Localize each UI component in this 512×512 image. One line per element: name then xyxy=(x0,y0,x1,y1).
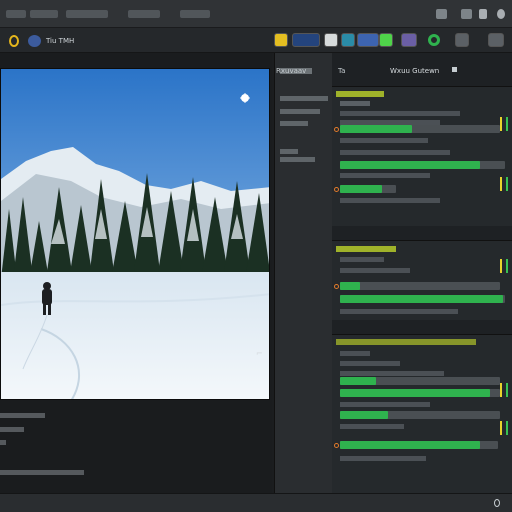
panel-3-row xyxy=(340,456,426,461)
panel-3-slider-fill xyxy=(340,377,376,385)
window-menu-blur[interactable] xyxy=(66,10,108,18)
settings-toggle-button[interactable] xyxy=(488,33,504,47)
caption-line xyxy=(0,440,6,445)
label-blur xyxy=(280,157,315,162)
labels-column xyxy=(274,53,332,493)
panel-3-row xyxy=(340,361,400,366)
panel-1-slider-fill-2 xyxy=(340,161,480,169)
panel-2-slider-fill xyxy=(340,282,360,290)
toolbar: Tiu TMH xyxy=(0,28,512,53)
window-menu-blur[interactable] xyxy=(180,10,210,18)
panel-1-slider-track-2[interactable] xyxy=(340,161,505,169)
panel-1-toggle-dot-2[interactable] xyxy=(334,187,339,192)
purple-tool-button[interactable] xyxy=(401,33,417,47)
panel-3-row xyxy=(340,402,430,407)
panel-header-left[interactable]: Rxuvaav xyxy=(276,67,306,75)
cyan-tool-button[interactable] xyxy=(341,33,355,47)
panel-3-row xyxy=(340,351,370,356)
panel-3-row xyxy=(340,424,404,429)
green-tool-button[interactable] xyxy=(379,33,393,47)
panel-1-row xyxy=(340,111,460,116)
panel-3-slider-track-4[interactable] xyxy=(340,441,498,449)
status-bar xyxy=(0,493,512,512)
panel-expand-icon[interactable] xyxy=(452,67,457,72)
label-blur xyxy=(280,149,298,154)
panel-1-row xyxy=(340,150,450,155)
panel-1-small-slider[interactable] xyxy=(340,185,396,193)
panel-1-row xyxy=(340,173,430,178)
panel-2-row xyxy=(340,268,410,273)
caption-line xyxy=(0,470,84,475)
panel-1-row xyxy=(340,101,370,106)
caption-line xyxy=(0,427,24,432)
panel-1-row xyxy=(340,138,428,143)
white-tool-button[interactable] xyxy=(324,33,338,47)
panel-2 xyxy=(332,240,512,320)
window-menu-blur[interactable] xyxy=(6,10,26,18)
panel-1-edge-handle[interactable] xyxy=(500,117,508,131)
panel-1-slider-track[interactable] xyxy=(340,125,500,133)
panel-1-toggle-dot[interactable] xyxy=(334,127,339,132)
panel-3-slider-fill-3 xyxy=(340,411,388,419)
panel-1-slider-fill xyxy=(340,125,412,133)
panel-1-row xyxy=(340,198,440,203)
panel-3-slider-fill-4 xyxy=(340,441,480,449)
yellow-tool-button[interactable] xyxy=(274,33,288,47)
panel-2-row xyxy=(340,257,384,262)
panel-3-slider-track-2[interactable] xyxy=(340,389,500,397)
search-icon[interactable] xyxy=(494,499,500,507)
panel-2-slider-track[interactable] xyxy=(340,282,500,290)
label-blur xyxy=(280,121,308,126)
blue-wide-tool-button[interactable] xyxy=(357,33,379,47)
label-blur xyxy=(280,96,328,101)
adjustment-panels: Rxuvaav Ta Wxuu Gutewn xyxy=(276,53,512,493)
panel-toggle-button[interactable] xyxy=(455,33,469,47)
cursor-icon: ⌐ xyxy=(256,349,263,358)
panel-3-edge-handle-2[interactable] xyxy=(500,421,508,435)
panel-3-slider-track-3[interactable] xyxy=(340,411,500,419)
panel-1-title xyxy=(336,91,384,97)
panel-3-edge-handle[interactable] xyxy=(500,383,508,397)
snow-scene-photo[interactable] xyxy=(0,68,270,400)
panel-3-title xyxy=(336,339,476,345)
panel-3 xyxy=(332,334,512,493)
window-menu-blur[interactable] xyxy=(128,10,160,18)
panel-3-slider-fill-2 xyxy=(340,389,490,397)
label-blur xyxy=(280,109,320,114)
panel-1 xyxy=(332,86,512,226)
panel-header-right[interactable]: Wxuu Gutewn xyxy=(390,67,439,75)
window-icon[interactable] xyxy=(461,9,472,19)
gear-icon[interactable] xyxy=(497,9,505,19)
panel-2-slider-track-2[interactable] xyxy=(340,295,505,303)
status-circle-icon[interactable] xyxy=(428,34,440,46)
panel-3-toggle-dot[interactable] xyxy=(334,443,339,448)
panel-1-edge-handle-2[interactable] xyxy=(500,177,508,191)
caption-line xyxy=(0,413,45,418)
panel-2-edge-handle[interactable] xyxy=(500,259,508,273)
image-viewer: ⌐ xyxy=(0,53,272,512)
blue-tool-button[interactable] xyxy=(292,33,320,47)
window-menu-blur[interactable] xyxy=(30,10,58,18)
window-title-bar xyxy=(0,0,512,28)
panel-1-small-fill xyxy=(340,185,382,193)
profile-button[interactable] xyxy=(28,35,41,47)
panel-2-toggle-dot[interactable] xyxy=(334,284,339,289)
panel-header-mid[interactable]: Ta xyxy=(338,67,345,75)
panel-header: Rxuvaav Ta Wxuu Gutewn xyxy=(276,63,512,81)
panel-3-row xyxy=(340,371,444,376)
panel-3-slider-track[interactable] xyxy=(340,377,500,385)
record-button[interactable] xyxy=(9,35,19,47)
panel-2-slider-fill-2 xyxy=(340,295,503,303)
panel-2-title xyxy=(336,246,396,252)
toolbar-title: Tiu TMH xyxy=(46,37,75,45)
panel-2-row xyxy=(340,309,458,314)
user-icon[interactable] xyxy=(479,9,487,19)
minimize-icon[interactable] xyxy=(436,9,447,19)
